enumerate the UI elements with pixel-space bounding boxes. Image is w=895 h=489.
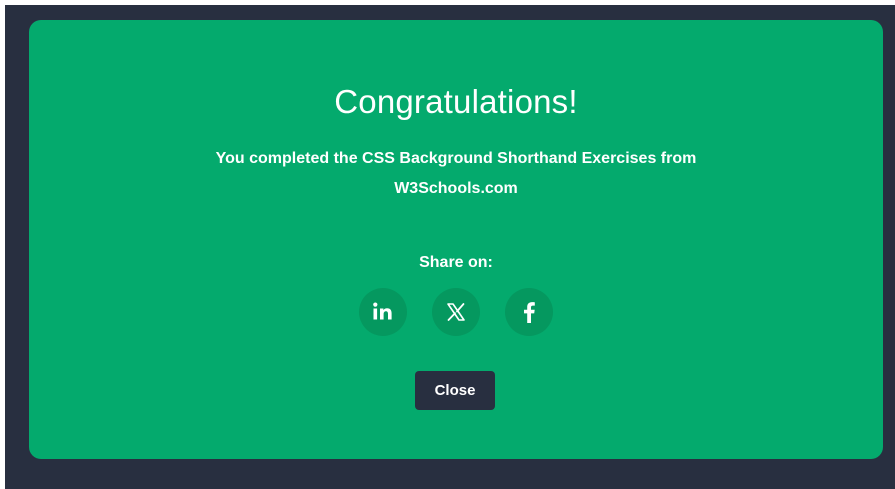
facebook-icon (524, 302, 535, 323)
congratulations-modal: Congratulations! You completed the CSS B… (29, 20, 883, 459)
share-buttons (29, 288, 883, 336)
completion-message: You completed the CSS Background Shortha… (215, 150, 697, 197)
share-label: Share on: (419, 254, 493, 271)
share-linkedin-button[interactable] (359, 288, 407, 336)
linkedin-icon (373, 302, 392, 320)
share-x-button[interactable] (432, 288, 480, 336)
x-icon (447, 303, 465, 321)
close-button[interactable]: Close (415, 371, 495, 410)
modal-title: Congratulations! (334, 83, 578, 120)
share-facebook-button[interactable] (505, 288, 553, 336)
